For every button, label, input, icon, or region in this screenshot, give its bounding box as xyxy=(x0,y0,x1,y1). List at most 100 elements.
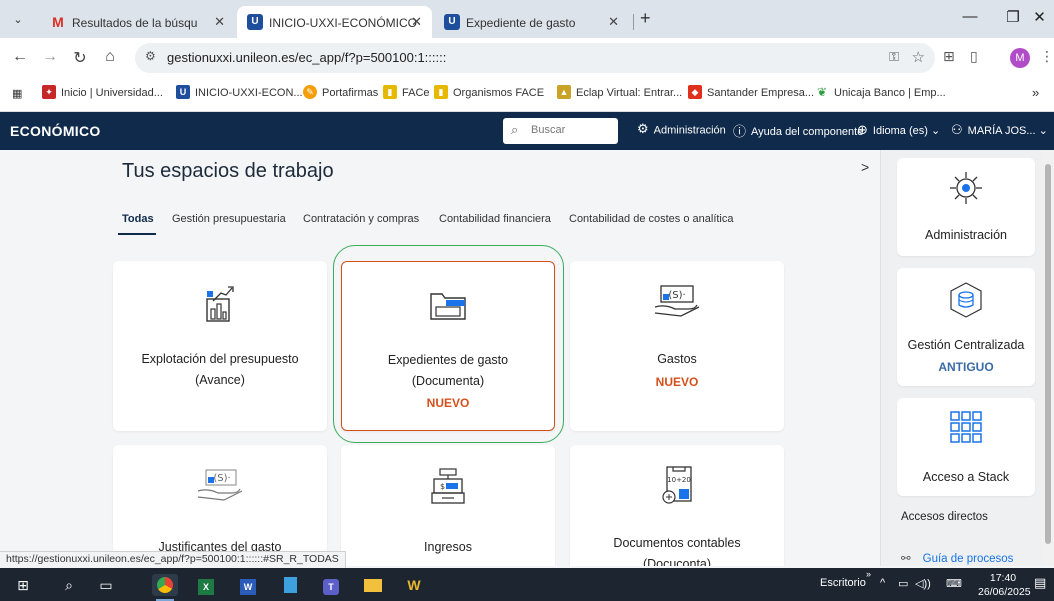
back-icon[interactable]: ← xyxy=(10,48,30,66)
chrome-icon[interactable] xyxy=(152,574,178,601)
bookmarks-bar: ▦ ✦ Inicio | Universidad... U INICIO-UXXI-… xyxy=(0,78,1054,112)
tab-contabilidad-financiera[interactable]: Contabilidad financiera xyxy=(439,213,551,225)
bookmark-uxxi[interactable]: U INICIO-UXXI-ECON... xyxy=(176,85,303,100)
password-key-icon[interactable]: ⚿ xyxy=(889,49,899,65)
face-icon: ▮ xyxy=(383,85,397,100)
network-icon[interactable]: ▭ xyxy=(898,577,908,590)
toolbar-expand-icon[interactable]: » xyxy=(866,569,871,579)
card-gastos[interactable]: (S)· Gastos NUEVO xyxy=(570,261,784,431)
close-icon[interactable]: ✕ xyxy=(411,6,422,38)
sidebar-card-acceso-stack[interactable]: Acceso a Stack xyxy=(897,398,1035,496)
browser-tab-strip: ⌄ M Resultados de la búsqueda - m ✕ U INIC… xyxy=(0,0,1054,38)
user-menu[interactable]: ⚇ MARÍA JOS... ⌄ xyxy=(951,122,1048,138)
browser-tab-inicio[interactable]: U INICIO-UXXI-ECONÓMICO ✕ xyxy=(237,6,432,38)
tab-title: Expediente de gasto xyxy=(466,15,576,30)
file-explorer-icon[interactable] xyxy=(360,574,386,596)
system-clock[interactable]: 17:40 26/06/2025 xyxy=(978,571,1031,599)
window-close-icon[interactable]: ✕ xyxy=(1025,8,1054,26)
minimize-icon[interactable]: — xyxy=(950,8,990,25)
notifications-icon[interactable]: ▤ xyxy=(1034,575,1046,591)
browser-toolbar: ← → ↻ ⌂ ⚙ gestionuxxi.unileon.es/ec_app/… xyxy=(0,38,1054,78)
bookmark-star-icon[interactable]: ☆ xyxy=(912,48,925,66)
browser-menu-icon[interactable]: ⋮ xyxy=(1040,48,1054,65)
gmail-icon: M xyxy=(52,13,64,30)
card-subtitle: (Documenta) xyxy=(411,374,485,388)
card-expedientes-gasto[interactable]: Expedientes de gasto (Documenta) NUEVO xyxy=(341,261,555,431)
sidebar-card-gestion-centralizada[interactable]: Gestión Centralizada ANTIGUO xyxy=(897,268,1035,386)
tab-gestion-presupuestaria[interactable]: Gestión presupuestaria xyxy=(172,213,286,225)
apps-grid-icon[interactable]: ▦ xyxy=(12,87,22,100)
santander-icon: ◆ xyxy=(688,85,702,100)
university-icon: ✦ xyxy=(42,85,56,100)
quick-access-title: Accesos directos xyxy=(901,511,988,523)
browser-tab-expediente[interactable]: U Expediente de gasto ✕ xyxy=(434,6,629,38)
url-text[interactable]: gestionuxxi.unileon.es/ec_app/f?p=500100… xyxy=(167,50,446,65)
tab-contabilidad-costes[interactable]: Contabilidad de costes o analítica xyxy=(569,213,734,225)
browser-tab-gmail[interactable]: M Resultados de la búsqueda - m ✕ xyxy=(40,6,235,38)
teams-icon[interactable]: T xyxy=(318,574,344,596)
card-title: Expedientes de gasto xyxy=(387,353,509,367)
clock-date: 26/06/2025 xyxy=(978,586,1031,598)
card-subtitle: (Docuconta) xyxy=(642,557,712,566)
reload-icon[interactable]: ↻ xyxy=(70,48,90,68)
calculator-icon[interactable] xyxy=(277,574,303,596)
quick-link-guia-procesos[interactable]: ⚯ Guía de procesos xyxy=(901,551,1013,565)
close-icon[interactable]: ✕ xyxy=(608,6,619,38)
task-view-icon[interactable]: ▭ xyxy=(93,574,119,596)
volume-icon[interactable]: ◁)) xyxy=(915,577,931,590)
show-hidden-icons[interactable]: ^ xyxy=(880,577,885,589)
side-panel-icon[interactable]: ▯ xyxy=(970,48,978,65)
search-icon[interactable]: ⌕ xyxy=(56,574,82,596)
new-tab-button[interactable]: + xyxy=(640,8,651,29)
budget-chart-icon xyxy=(206,286,234,322)
bookmark-unicaja[interactable]: ❦ Unicaja Banco | Emp... xyxy=(815,85,946,100)
tab-title: INICIO-UXXI-ECONÓMICO xyxy=(269,15,418,30)
unicaja-icon: ❦ xyxy=(816,85,828,100)
admin-link[interactable]: ⚙ Administración xyxy=(637,121,726,137)
forward-icon[interactable]: → xyxy=(40,48,60,66)
excel-icon[interactable]: X xyxy=(193,574,219,596)
bookmark-eclap[interactable]: ▲ Eclap Virtual: Entrar... xyxy=(557,85,682,100)
search-input[interactable]: ⌕ Buscar xyxy=(503,118,618,144)
keyboard-icon[interactable]: ⌨ xyxy=(946,577,962,590)
card-justificantes-gasto[interactable]: (S)· Justificantes del gasto xyxy=(113,445,327,566)
word-icon[interactable]: W xyxy=(235,574,261,596)
bookmark-inicio[interactable]: ✦ Inicio | Universidad... xyxy=(42,85,163,100)
extension-icon[interactable]: ⊞ xyxy=(943,48,955,65)
tab-todas[interactable]: Todas xyxy=(122,213,154,225)
sidebar-card-administracion[interactable]: Administración xyxy=(897,158,1035,256)
svg-text:(S)·: (S)· xyxy=(668,290,685,301)
profile-avatar[interactable]: M xyxy=(1010,48,1030,68)
face-icon: ▮ xyxy=(434,85,448,100)
tab-contratacion-compras[interactable]: Contratación y compras xyxy=(303,213,419,225)
bookmark-santander[interactable]: ◆ Santander Empresa... xyxy=(688,85,814,100)
tab-search-icon[interactable]: ⌄ xyxy=(8,10,28,30)
card-ingresos[interactable]: $ Ingresos xyxy=(341,445,555,566)
tab-separator xyxy=(633,14,634,30)
scrollbar-thumb[interactable] xyxy=(1045,164,1051,544)
windows-start-icon[interactable]: ⊞ xyxy=(10,574,36,596)
app-header: ECONÓMICO ⌕ Buscar ⚙ Administración ⓘ Ayud… xyxy=(0,112,1054,150)
svg-text:10+20: 10+20 xyxy=(667,476,691,484)
language-selector[interactable]: ⊕ Idioma (es) ⌄ xyxy=(857,122,940,138)
sidebar-card-title: Gestión Centralizada xyxy=(907,338,1025,352)
card-explotacion-presupuesto[interactable]: Explotación del presupuesto (Avance) xyxy=(113,261,327,431)
bookmark-organismos-face[interactable]: ▮ Organismos FACE xyxy=(434,85,544,100)
chevron-right-icon[interactable]: > xyxy=(861,159,869,175)
brand-title[interactable]: ECONÓMICO xyxy=(10,123,101,139)
more-bookmarks-icon[interactable]: » xyxy=(1032,85,1039,100)
desktop-toolbar[interactable]: Escritorio xyxy=(820,577,866,589)
bookmark-portafirmas[interactable]: ✎ Portafirmas xyxy=(303,85,378,100)
bookmark-face[interactable]: ▮ FACe xyxy=(383,85,430,100)
app-logo-icon[interactable]: W xyxy=(401,574,427,596)
home-icon[interactable]: ⌂ xyxy=(100,48,120,66)
card-documentos-contables[interactable]: 10+20 Documentos contables (Docuconta) xyxy=(570,445,784,566)
right-sidebar: Administración Gestión Centralizada ANTI… xyxy=(880,150,1042,566)
gear-icon: ⚙ xyxy=(637,121,649,136)
sidebar-card-title: Administración xyxy=(925,228,1007,242)
help-link[interactable]: ⓘ Ayuda del componente xyxy=(733,124,863,140)
close-icon[interactable]: ✕ xyxy=(214,6,225,38)
site-info-icon[interactable]: ⚙ xyxy=(145,49,156,63)
page-scrollbar[interactable] xyxy=(1042,150,1054,566)
address-bar[interactable]: ⚙ gestionuxxi.unileon.es/ec_app/f?p=5001… xyxy=(135,43,935,73)
